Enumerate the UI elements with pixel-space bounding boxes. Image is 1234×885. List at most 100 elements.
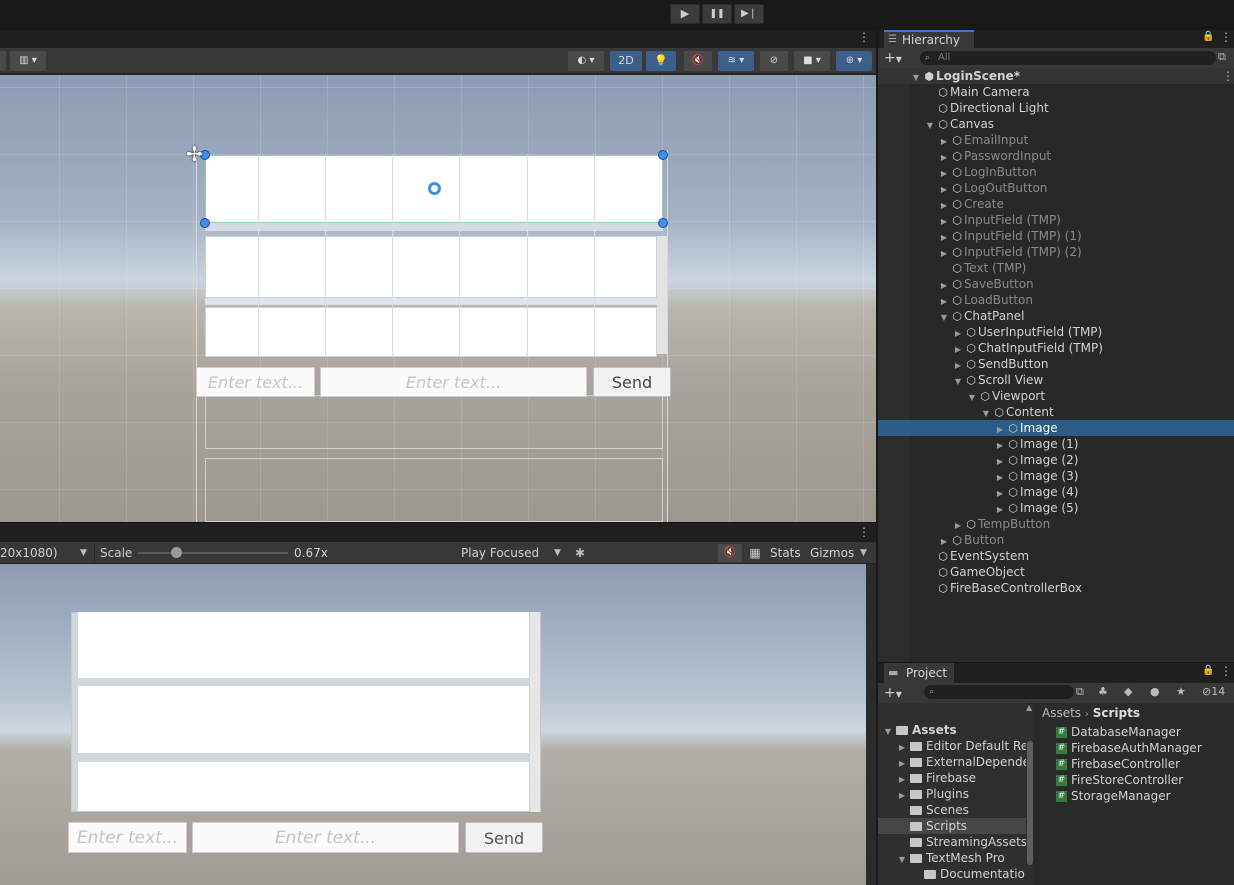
- tool-dropdown[interactable]: [0, 51, 6, 71]
- breadcrumb-item[interactable]: Assets: [1042, 706, 1081, 720]
- hierarchy-search-input[interactable]: ⌕ All: [920, 51, 1216, 65]
- project-menu-icon[interactable]: ⋮: [1220, 664, 1232, 678]
- hierarchy-item[interactable]: ▼ ⬡ Scroll View: [878, 372, 1234, 388]
- script-file[interactable]: # FireStoreController: [1056, 772, 1234, 788]
- lighting-icon[interactable]: 💡: [646, 51, 676, 71]
- hierarchy-item[interactable]: ▶ ⬡ LogOutButton: [878, 180, 1234, 196]
- folder-item[interactable]: Documentatior: [878, 866, 1028, 882]
- folder-item[interactable]: ▶ Editor Default Res: [878, 738, 1028, 754]
- hierarchy-item[interactable]: ▶ ⬡ Create: [878, 196, 1234, 212]
- hierarchy-item[interactable]: ⬡ Directional Light: [878, 100, 1234, 116]
- rect-handle-bottom-right[interactable]: [658, 218, 668, 228]
- folder-item[interactable]: ▶ ExternalDepende: [878, 754, 1028, 770]
- game-scrollbar[interactable]: [866, 564, 876, 885]
- lock-icon[interactable]: 🔒: [1202, 665, 1214, 676]
- scene-scrollbar[interactable]: [657, 236, 667, 354]
- game-menu-icon[interactable]: ⋮: [858, 525, 870, 539]
- hierarchy-item[interactable]: ⬡ GameObject: [878, 564, 1234, 580]
- label-tag-icon[interactable]: ◆: [1124, 685, 1132, 698]
- hierarchy-item[interactable]: ▶ ⬡ Button: [878, 532, 1234, 548]
- scene-image[interactable]: [205, 236, 657, 298]
- scale-slider-track[interactable]: [138, 552, 288, 554]
- hierarchy-item[interactable]: ⬡ Text (TMP): [878, 260, 1234, 276]
- scene-menu-icon[interactable]: ⋮: [858, 30, 870, 44]
- scene-user-input[interactable]: Enter text...: [196, 367, 315, 397]
- hierarchy-item[interactable]: ▶ ⬡ LoadButton: [878, 292, 1234, 308]
- scene-chat-input[interactable]: Enter text...: [320, 367, 587, 397]
- hierarchy-item[interactable]: ▶ ⬡ Image (4): [878, 484, 1234, 500]
- hierarchy-item[interactable]: ▶ ⬡ InputField (TMP) (2): [878, 244, 1234, 260]
- hidden-packages-icon[interactable]: ⊘14: [1202, 685, 1225, 698]
- hierarchy-item[interactable]: ▼ ⬡ Canvas: [878, 116, 1234, 132]
- bug-icon[interactable]: ✱: [570, 544, 590, 562]
- step-button[interactable]: ▶❘: [734, 4, 764, 24]
- folder-item[interactable]: Scenes: [878, 802, 1028, 818]
- expand-arrow-icon[interactable]: ▼: [882, 724, 894, 740]
- tab-hierarchy[interactable]: ☰ Hierarchy: [884, 30, 974, 48]
- warning-icon[interactable]: ●: [1150, 685, 1160, 698]
- hierarchy-item[interactable]: ▶ ⬡ TempButton: [878, 516, 1234, 532]
- scene-send-button[interactable]: Send: [593, 367, 671, 397]
- expand-arrow-icon[interactable]: ▼: [896, 852, 908, 868]
- pivot-handle[interactable]: [428, 182, 441, 195]
- script-file[interactable]: # DatabaseManager: [1056, 724, 1234, 740]
- hierarchy-item[interactable]: ⬡ Main Camera: [878, 84, 1234, 100]
- game-send-button[interactable]: Send: [465, 822, 543, 853]
- breadcrumb-item-current[interactable]: Scripts: [1093, 706, 1140, 720]
- scene-row[interactable]: ▼ ⬢ LoginScene* ⋮: [878, 68, 1234, 84]
- audio-mute-icon[interactable]: 🔇: [684, 51, 712, 71]
- expand-arrow-icon[interactable]: ▼: [924, 118, 936, 134]
- game-chat-input[interactable]: Enter text...: [192, 822, 459, 853]
- play-mode-dropdown[interactable]: Play Focused ▼: [456, 544, 566, 562]
- mute-audio-icon[interactable]: 🔇: [718, 544, 742, 562]
- hierarchy-item[interactable]: ▶ ⬡ SaveButton: [878, 276, 1234, 292]
- hierarchy-item[interactable]: ▶ ⬡ ChatInputField (TMP): [878, 340, 1234, 356]
- scale-slider-thumb[interactable]: [170, 547, 182, 558]
- game-user-input[interactable]: Enter text...: [68, 822, 187, 853]
- filter-type-icon[interactable]: ♣: [1098, 685, 1108, 698]
- mode-2d-button[interactable]: 2D: [610, 51, 642, 71]
- scene-row-menu-icon[interactable]: ⋮: [1222, 68, 1234, 84]
- game-scroll-view-scrollbar[interactable]: [530, 612, 540, 812]
- stats-button[interactable]: Stats: [770, 542, 801, 564]
- project-search-input[interactable]: ⌕: [924, 685, 1074, 699]
- folder-item[interactable]: StreamingAssets: [878, 834, 1028, 850]
- snap-settings-icon[interactable]: ▥ ▾: [10, 51, 46, 71]
- favorite-star-icon[interactable]: ★: [1176, 685, 1186, 698]
- hierarchy-item[interactable]: ▶ ⬡ Image (1): [878, 436, 1234, 452]
- chevron-down-icon[interactable]: ▼: [860, 542, 867, 564]
- camera-icon[interactable]: ■ ▾: [794, 51, 830, 71]
- folder-item[interactable]: ▶ Plugins: [878, 786, 1028, 802]
- pause-button[interactable]: ❚❚: [702, 4, 732, 24]
- hierarchy-item[interactable]: ▶ ⬡ InputField (TMP) (1): [878, 228, 1234, 244]
- expand-arrow-icon[interactable]: ▼: [938, 310, 950, 326]
- visibility-icon[interactable]: ⊘: [760, 51, 788, 71]
- add-asset-icon[interactable]: +▼: [884, 684, 902, 704]
- script-file[interactable]: # FirebaseController: [1056, 756, 1234, 772]
- expand-arrow-icon[interactable]: ▼: [966, 390, 978, 406]
- expand-arrow-icon[interactable]: ▼: [980, 406, 992, 422]
- project-tree-scrollbar[interactable]: [1026, 705, 1034, 885]
- hierarchy-item[interactable]: ▼ ⬡ ChatPanel: [878, 308, 1234, 324]
- hierarchy-item[interactable]: ▶ ⬡ PasswordInput: [878, 148, 1234, 164]
- folder-item[interactable]: ▼ Assets: [878, 722, 1028, 738]
- rect-handle-bottom-left[interactable]: [200, 218, 210, 228]
- hierarchy-item[interactable]: ⬡ FireBaseControllerBox: [878, 580, 1234, 596]
- script-file[interactable]: # StorageManager: [1056, 788, 1234, 804]
- folder-item[interactable]: ▶ Firebase: [878, 770, 1028, 786]
- gizmos-button[interactable]: Gizmos: [810, 542, 854, 564]
- stats-grid-icon[interactable]: ▦: [744, 544, 766, 562]
- hierarchy-item[interactable]: ▶ ⬡ Image (2): [878, 452, 1234, 468]
- gizmos-icon[interactable]: ⊕ ▾: [836, 51, 872, 71]
- folder-item[interactable]: ▼ TextMesh Pro: [878, 850, 1028, 866]
- scene-image[interactable]: [205, 307, 657, 357]
- hierarchy-item[interactable]: ▶ ⬡ Image (5): [878, 500, 1234, 516]
- folder-item-selected[interactable]: Scripts: [878, 818, 1028, 834]
- scene-visibility-icon[interactable]: ⧉: [1218, 50, 1226, 64]
- hierarchy-item[interactable]: ▶ ⬡ SendButton: [878, 356, 1234, 372]
- add-icon[interactable]: +▼: [884, 49, 902, 69]
- play-button[interactable]: ▶: [670, 4, 700, 24]
- lock-icon[interactable]: 🔒: [1202, 31, 1214, 42]
- scroll-up-arrow-icon[interactable]: ▲: [1026, 703, 1032, 712]
- hierarchy-item[interactable]: ⬡ EventSystem: [878, 548, 1234, 564]
